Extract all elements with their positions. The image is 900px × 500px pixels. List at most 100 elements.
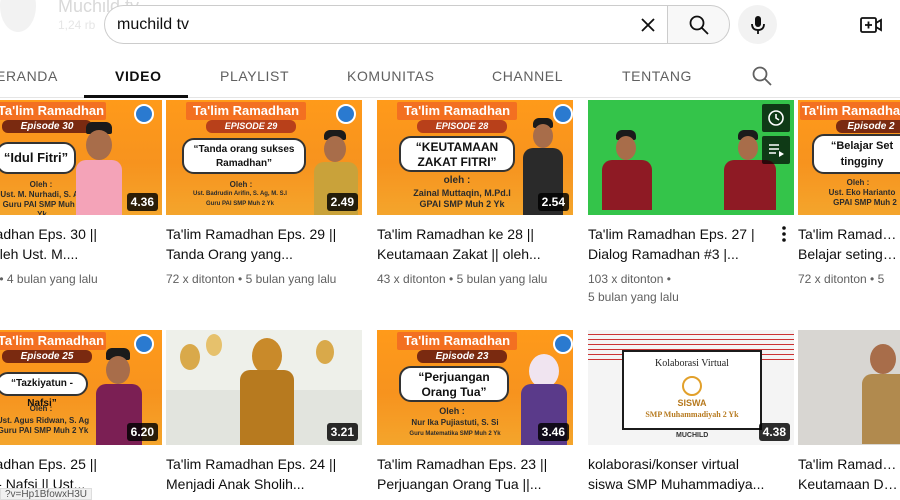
- video-title[interactable]: Ramadhan Eps. 30 || ri || Oleh Ust. M...…: [0, 224, 166, 264]
- video-title[interactable]: Ta'lim Ramadhan Eps. 23 || Perjuangan Or…: [377, 454, 577, 494]
- video-thumbnail[interactable]: Ta'lim Ramadhan EPISODE 29 “Tanda orang …: [166, 100, 362, 215]
- video-duration: 3.21: [326, 423, 358, 441]
- video-thumbnail[interactable]: Ta'lim Ramadhan Episode 30 “Idul Fitri” …: [0, 100, 162, 215]
- video-title[interactable]: Ta'lim Ramadhan Eps. 2 Belajar setinggi-…: [798, 224, 900, 264]
- video-title-line: ri || Oleh Ust. M....: [0, 246, 79, 262]
- lantern-decoration: [316, 340, 334, 364]
- video-title[interactable]: Ta'lim Ramadhan Eps. 27 | Dialog Ramadha…: [588, 224, 778, 264]
- tab-tentang[interactable]: TENTANG: [622, 68, 692, 84]
- video-thumbnail[interactable]: [798, 330, 900, 445]
- thumb-topic: “Perjuangan Orang Tua”: [399, 366, 509, 402]
- thumb-frame: Kolaborasi Virtual SISWA SMP Muhammadiya…: [622, 350, 762, 430]
- thumb-speaker-role: Guru PAI SMP Muh 2 Yk: [2, 200, 82, 215]
- tab-komunitas[interactable]: KOMUNITAS: [347, 68, 435, 84]
- tab-video[interactable]: VIDEO: [115, 68, 162, 84]
- video-thumbnail[interactable]: Ta'lim Ramadhan EPISODE 28 “KEUTAMAAN ZA…: [377, 100, 573, 215]
- video-meta: 43 x ditonton • 5 bulan yang lalu: [377, 270, 577, 288]
- video-thumbnail[interactable]: Ta'lim Ramadhan Episode 2 “Belajar Set t…: [798, 100, 900, 215]
- school-logo: [553, 334, 573, 354]
- thumb-speaker-role: Guru PAI SMP Muh 2 Yk: [0, 426, 89, 435]
- more-actions-button[interactable]: [778, 222, 790, 246]
- video-meta-line: 103 x ditonton •: [588, 272, 671, 286]
- search-input[interactable]: [117, 14, 617, 36]
- video-thumbnail[interactable]: [588, 100, 794, 215]
- thumb-banner: Ta'lim Ramadhan: [186, 102, 306, 120]
- thumb-topic: “Tanda orang sukses Ramadhan”: [182, 138, 306, 174]
- video-title-line: Tanda Orang yang...: [166, 246, 293, 262]
- video-title[interactable]: Ta'lim Ramadhan ke 28 || Keutamaan Zakat…: [377, 224, 577, 264]
- search-box: [104, 5, 667, 44]
- video-thumbnail[interactable]: 3.21: [166, 330, 362, 445]
- masthead: Muchild tv 1,24 rb: [0, 0, 900, 52]
- video-title-line: Ramadhan Eps. 30 ||: [0, 226, 98, 242]
- thumb-episode: EPISODE 29: [206, 120, 296, 133]
- video-title[interactable]: kolaborasi/konser virtual siswa SMP Muha…: [588, 454, 788, 494]
- thumb-episode: EPISODE 28: [417, 120, 507, 133]
- thumb-banner: Ta'lim Ramadhan: [0, 332, 106, 350]
- video-meta-line: 5 bulan yang lalu: [588, 290, 679, 304]
- thumb-oleh: Oleh :: [29, 404, 53, 413]
- thumb-oleh: Oleh :: [846, 178, 870, 187]
- thumb-oleh: Oleh :: [439, 406, 465, 416]
- thumb-watermark: MUCHILD: [676, 432, 709, 439]
- video-meta: 72 x ditonton • 5: [798, 270, 900, 288]
- thumb-topic: “KEUTAMAAN ZAKAT FITRI”: [399, 136, 515, 172]
- thumb-speaker: Ust. M. Nurhadi, S. Ag: [0, 190, 84, 199]
- thumb-banner: Ta'lim Ramadhan: [397, 332, 517, 350]
- channel-subscribers: 1,24 rb: [58, 18, 96, 32]
- video-duration: 3.46: [537, 423, 569, 441]
- close-icon: [641, 18, 655, 32]
- video-duration: 4.38: [758, 423, 790, 441]
- video-title[interactable]: Ta'lim Ramadhan Eps. 24 || Menjadi Anak …: [166, 454, 366, 494]
- search-icon[interactable]: [750, 64, 774, 88]
- video-title[interactable]: Ta'lim Ramadhan Eps. 29 || Tanda Orang y…: [166, 224, 366, 264]
- create-button[interactable]: [855, 10, 887, 40]
- video-title[interactable]: Ta'lim Ramadhan Keutamaan Dzik: [798, 454, 900, 494]
- video-duration: 6.20: [126, 423, 158, 441]
- clock-icon: [768, 110, 784, 126]
- search-button[interactable]: [667, 5, 730, 44]
- video-meta-line: onton • 4 bulan yang lalu: [0, 272, 98, 286]
- video-title-line: Perjuangan Orang Tua ||...: [377, 476, 542, 492]
- video-thumbnail[interactable]: Ta'lim Ramadhan Episode 23 “Perjuangan O…: [377, 330, 573, 445]
- school-logo: [134, 104, 154, 124]
- school-logo: [682, 376, 702, 396]
- thumb-speaker: Ust. Agus Ridwan, S. Ag: [0, 416, 90, 425]
- thumb-banner: Ta'lim Ramadhan: [800, 102, 900, 120]
- status-url: ?v=Hp1BfowxH3U: [0, 488, 92, 500]
- tab-playlist[interactable]: PLAYLIST: [220, 68, 289, 84]
- video-title-line: Keutamaan Dzik: [798, 476, 900, 492]
- thumb-episode: Episode 2: [836, 120, 900, 133]
- thumb-topic: “Tazkiyatun - Nafsi”: [0, 372, 88, 409]
- video-title-line: Ta'lim Ramadhan ke 28 ||: [377, 226, 535, 242]
- more-vertical-icon: [782, 226, 786, 242]
- search-icon: [689, 15, 709, 35]
- tab-channel[interactable]: CHANNEL: [492, 68, 563, 84]
- thumb-banner: Ta'lim Ramadhan: [0, 102, 106, 120]
- tab-beranda[interactable]: ERANDA: [0, 68, 58, 84]
- create-video-icon: [860, 17, 882, 33]
- add-to-queue-button[interactable]: [762, 136, 790, 164]
- video-title-line: siswa SMP Muhammadiya...: [588, 476, 765, 492]
- video-meta-line: 43 x ditonton • 5 bulan yang lalu: [377, 272, 548, 286]
- thumb-speaker-role: GPAI SMP Muh 2 Yk: [419, 199, 505, 209]
- video-title-line: Belajar setinggi-t: [798, 246, 900, 262]
- thumb-episode: Episode 23: [417, 350, 507, 363]
- video-title-line: Ta'lim Ramadhan: [798, 456, 900, 472]
- thumb-speaker-role: GPAI SMP Muh 2: [833, 198, 897, 207]
- active-tab-indicator: [84, 95, 188, 98]
- video-thumbnail[interactable]: Ta'lim Ramadhan Episode 25 “Tazkiyatun -…: [0, 330, 162, 445]
- thumb-topic: “Belajar Set tingginy: [812, 134, 900, 174]
- voice-search-button[interactable]: [738, 5, 777, 44]
- channel-tabs: ERANDA VIDEO PLAYLIST KOMUNITAS CHANNEL …: [0, 52, 900, 98]
- watch-later-button[interactable]: [762, 104, 790, 132]
- video-thumbnail[interactable]: Kolaborasi Virtual SISWA SMP Muhammadiya…: [588, 330, 794, 445]
- channel-avatar[interactable]: [0, 0, 36, 32]
- microphone-icon: [750, 15, 765, 34]
- queue-icon: [769, 144, 784, 157]
- video-title-line: Menjadi Anak Sholih...: [166, 476, 305, 492]
- clear-search-button[interactable]: [633, 10, 663, 40]
- lantern-decoration: [180, 344, 200, 370]
- thumb-speaker: Ust. Eko Harianto: [828, 188, 896, 197]
- thumb-episode: Episode 25: [2, 350, 92, 363]
